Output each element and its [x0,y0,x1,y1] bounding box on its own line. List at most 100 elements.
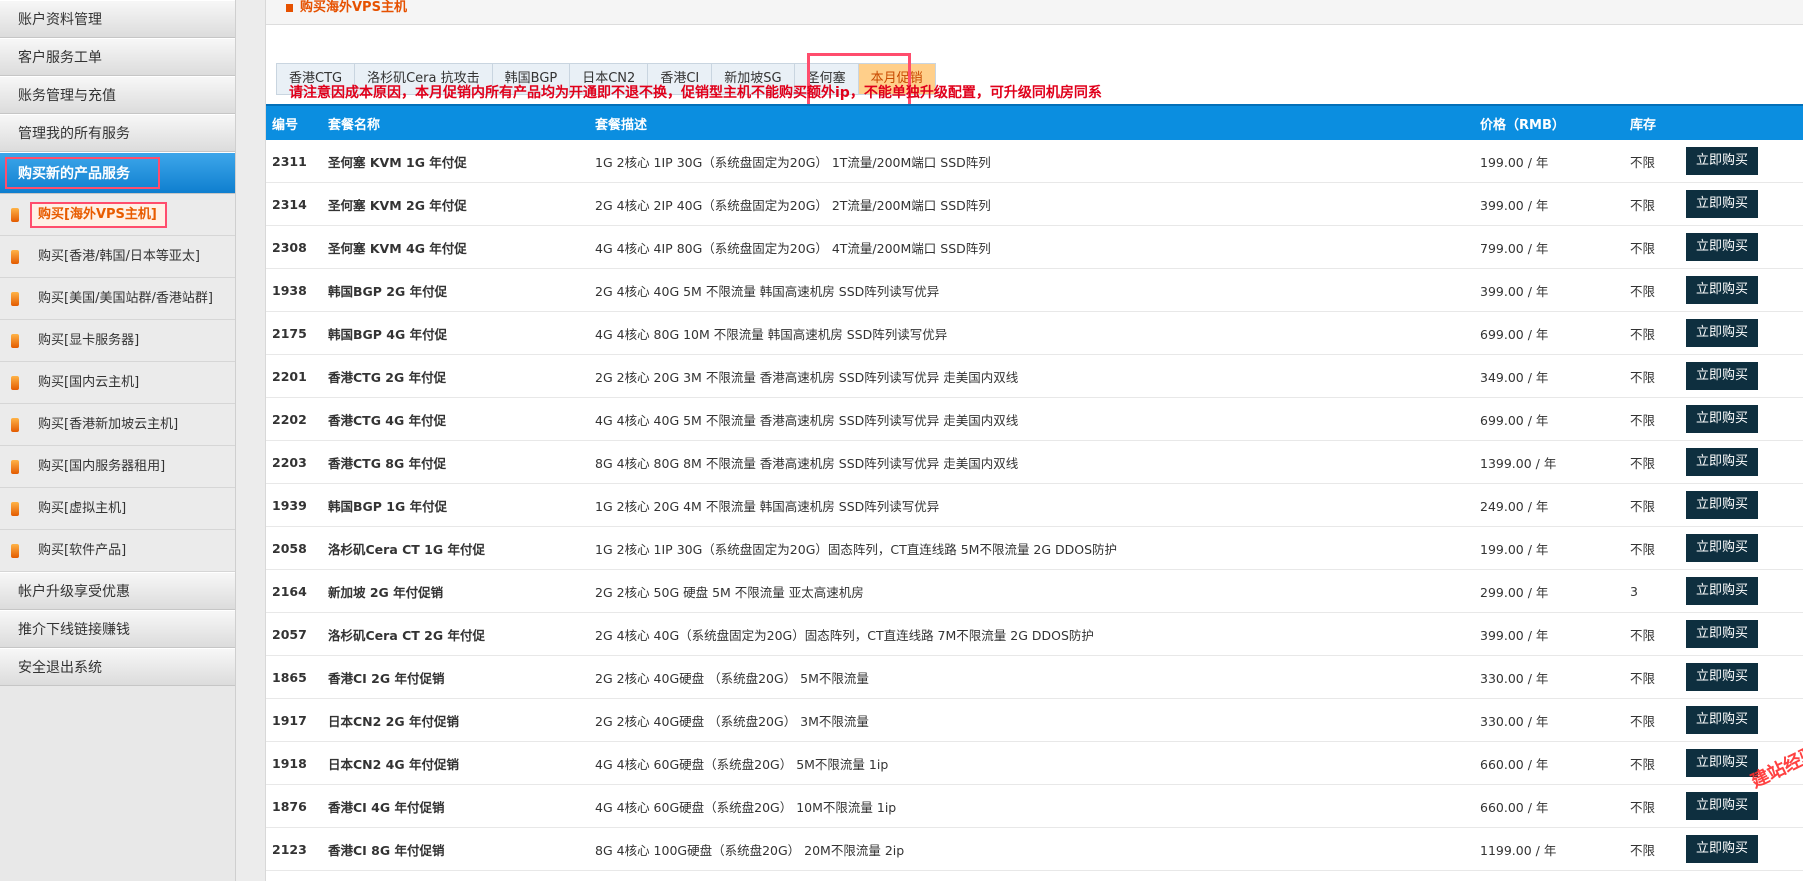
col-header-name: 套餐名称 [322,104,589,140]
sidebar-sub-item-software[interactable]: 购买[软件产品] [0,530,235,572]
plan-name: 洛杉矶Cera CT 1G 年付促 [322,526,589,570]
plan-name: 圣何塞 KVM 2G 年付促 [322,182,589,226]
table-row: 2201 香港CTG 2G 年付促 2G 2核心 20G 3M 不限流量 香港高速机… [266,354,1803,398]
sidebar-sub-item-domestic-cloud[interactable]: 购买[国内云主机] [0,362,235,404]
sidebar-sub-item-overseas-vps[interactable]: 购买[海外VPS主机] [0,194,235,236]
table-row: 1917 日本CN2 2G 年付促销 2G 2核心 40G硬盘 （系统盘20G） 3… [266,698,1803,742]
buy-now-button[interactable]: 立即购买 [1686,663,1758,691]
sidebar-item-buy-new-products[interactable]: 购买新的产品服务 [0,152,235,194]
plan-stock: 不限 [1624,354,1680,398]
plan-description: 2G 2核心 20G 3M 不限流量 香港高速机房 SSD阵列读写优异 走美国内… [589,354,1474,398]
sidebar-item-logout[interactable]: 安全退出系统 [0,648,235,686]
buy-now-button[interactable]: 立即购买 [1686,620,1758,648]
plan-description: 4G 4核心 60G硬盘（系统盘20G） 5M不限流量 1ip [589,741,1474,785]
sidebar-item-billing[interactable]: 账务管理与充值 [0,76,235,114]
table-row: 2057 洛杉矶Cera CT 2G 年付促 2G 4核心 40G（系统盘固定为20… [266,612,1803,656]
buy-now-button[interactable]: 立即购买 [1686,835,1758,863]
sidebar-item-support-tickets[interactable]: 客户服务工单 [0,38,235,76]
buy-now-button[interactable]: 立即购买 [1686,405,1758,433]
plan-price: 699.00 / 年 [1474,397,1624,441]
plan-name: 香港CTG 4G 年付促 [322,397,589,441]
sidebar-sub-item-hk-sg-cloud[interactable]: 购买[香港新加坡云主机] [0,404,235,446]
sidebar-nav: 账户资料管理 客户服务工单 账务管理与充值 管理我的所有服务 购买新的产品服务 … [0,0,236,881]
buy-now-button[interactable]: 立即购买 [1686,448,1758,476]
plan-name: 韩国BGP 2G 年付促 [322,268,589,312]
plan-stock: 不限 [1624,182,1680,226]
plan-stock: 不限 [1624,311,1680,355]
sidebar-item-referral[interactable]: 推介下线链接赚钱 [0,610,235,648]
plan-description: 4G 4核心 60G硬盘（系统盘20G） 10M不限流量 1ip [589,784,1474,828]
plan-id: 2057 [266,612,322,656]
plan-price: 299.00 / 年 [1474,569,1624,613]
buy-now-button[interactable]: 立即购买 [1686,362,1758,390]
buy-now-button[interactable]: 立即购买 [1686,276,1758,304]
plan-action-cell: 立即购买 [1680,140,1803,183]
plan-description: 1G 2核心 1IP 30G（系统盘固定为20G） 1T流量/200M端口 SS… [589,140,1474,183]
plan-name: 日本CN2 4G 年付促销 [322,741,589,785]
plan-id: 2201 [266,354,322,398]
buy-now-button[interactable]: 立即购买 [1686,577,1758,605]
plan-action-cell: 立即购买 [1680,612,1803,656]
plan-name: 日本CN2 2G 年付促销 [322,698,589,742]
sidebar-sub-item-domestic-server[interactable]: 购买[国内服务器租用] [0,446,235,488]
buy-now-button[interactable]: 立即购买 [1686,147,1758,175]
plan-price: 699.00 / 年 [1474,311,1624,355]
plan-action-cell: 立即购买 [1680,483,1803,527]
square-bullet-icon [286,4,293,12]
plan-action-cell: 立即购买 [1680,397,1803,441]
plan-id: 2123 [266,827,322,871]
plans-table-body: 2311 圣何塞 KVM 1G 年付促 1G 2核心 1IP 30G（系统盘固定为2… [266,140,1803,871]
plan-action-cell: 立即购买 [1680,311,1803,355]
col-header-stock: 库存 [1624,104,1680,140]
sidebar-sub-item-virtual-host[interactable]: 购买[虚拟主机] [0,488,235,530]
table-header-row: 编号 套餐名称 套餐描述 价格（RMB） 库存 [266,104,1803,140]
plan-price: 330.00 / 年 [1474,655,1624,699]
col-header-id: 编号 [266,104,322,140]
plan-id: 1865 [266,655,322,699]
sidebar-sub-label: 购买[香港/韩国/日本等亚太] [38,249,200,264]
buy-now-button[interactable]: 立即购买 [1686,319,1758,347]
plan-name: 香港CI 8G 年付促销 [322,827,589,871]
plan-action-cell: 立即购买 [1680,182,1803,226]
plan-name: 香港CTG 2G 年付促 [322,354,589,398]
plan-stock: 不限 [1624,741,1680,785]
plan-description: 2G 4核心 2IP 40G（系统盘固定为20G） 2T流量/200M端口 SS… [589,182,1474,226]
plan-action-cell: 立即购买 [1680,784,1803,828]
plan-description: 2G 2核心 40G硬盘 （系统盘20G） 3M不限流量 [589,698,1474,742]
plan-id: 2311 [266,140,322,183]
buy-now-button[interactable]: 立即购买 [1686,534,1758,562]
bullet-icon [11,334,19,348]
sidebar-sub-item-asia-pacific[interactable]: 购买[香港/韩国/日本等亚太] [0,236,235,278]
sidebar-sub-item-usa[interactable]: 购买[美国/美国站群/香港站群] [0,278,235,320]
plan-stock: 不限 [1624,397,1680,441]
plan-id: 2202 [266,397,322,441]
plan-stock: 不限 [1624,225,1680,269]
plan-price: 399.00 / 年 [1474,182,1624,226]
buy-now-button[interactable]: 立即购买 [1686,706,1758,734]
sidebar-item-account-upgrade[interactable]: 帐户升级享受优惠 [0,572,235,610]
plan-action-cell: 立即购买 [1680,655,1803,699]
sidebar-item-my-services[interactable]: 管理我的所有服务 [0,114,235,152]
sidebar-sub-label: 购买[虚拟主机] [38,501,127,516]
buy-now-button[interactable]: 立即购买 [1686,491,1758,519]
buy-now-button[interactable]: 立即购买 [1686,190,1758,218]
plan-name: 香港CI 4G 年付促销 [322,784,589,828]
panel-header: 购买海外VPS主机 [266,0,1803,25]
plan-action-cell: 立即购买 [1680,268,1803,312]
bullet-icon [11,502,19,516]
buy-now-button[interactable]: 立即购买 [1686,233,1758,261]
plan-stock: 不限 [1624,526,1680,570]
sidebar-sub-label: 购买[海外VPS主机] [30,202,167,228]
buy-now-button[interactable]: 立即购买 [1686,792,1758,820]
plan-id: 2308 [266,225,322,269]
table-row: 2164 新加坡 2G 年付促销 2G 2核心 50G 硬盘 5M 不限流量 亚太高… [266,569,1803,613]
table-row: 1938 韩国BGP 2G 年付促 2G 4核心 40G 5M 不限流量 韩国高速机… [266,268,1803,312]
plan-name: 香港CTG 8G 年付促 [322,440,589,484]
sidebar-item-account-profile[interactable]: 账户资料管理 [0,0,235,38]
plan-description: 2G 2核心 40G硬盘 （系统盘20G） 5M不限流量 [589,655,1474,699]
plan-description: 1G 2核心 20G 4M 不限流量 韩国高速机房 SSD阵列读写优异 [589,483,1474,527]
col-header-desc: 套餐描述 [589,104,1474,140]
plan-stock: 不限 [1624,268,1680,312]
sidebar-sub-item-gpu-server[interactable]: 购买[显卡服务器] [0,320,235,362]
plan-name: 新加坡 2G 年付促销 [322,569,589,613]
